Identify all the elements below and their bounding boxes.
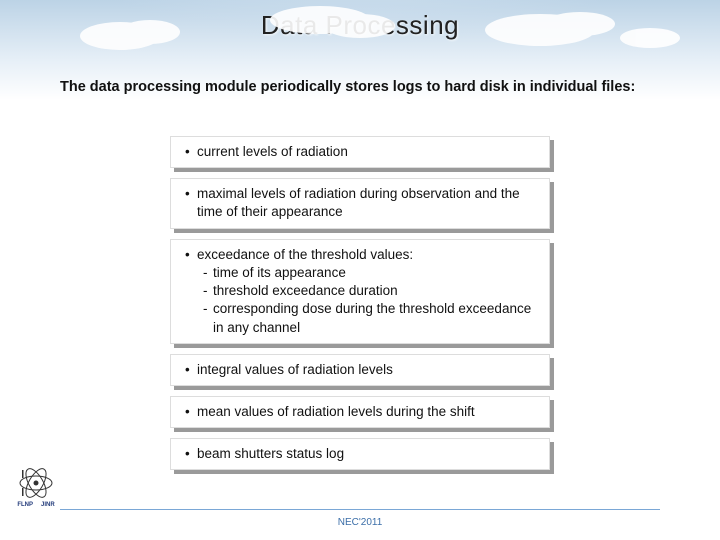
sub-text: threshold exceedance duration xyxy=(213,282,539,300)
logo-text: FLNP JINR xyxy=(17,502,54,508)
box-item: • exceedance of the threshold values: - … xyxy=(170,239,550,344)
box-item: • integral values of radiation levels xyxy=(170,354,550,386)
box-text: maximal levels of radiation during obser… xyxy=(197,185,539,221)
box-text: exceedance of the threshold values: xyxy=(197,246,539,264)
box-content: • exceedance of the threshold values: - … xyxy=(170,239,550,344)
box-content: • maximal levels of radiation during obs… xyxy=(170,178,550,228)
logo-left: FLNP xyxy=(17,502,33,508)
sub-list: - time of its appearance - threshold exc… xyxy=(185,264,539,337)
box-item: • current levels of radiation xyxy=(170,136,550,168)
footer-divider xyxy=(60,509,660,510)
bullet-icon: • xyxy=(185,143,197,161)
bullet-icon: • xyxy=(185,246,197,264)
slide-title: Data Processing xyxy=(0,0,720,41)
box-text: current levels of radiation xyxy=(197,143,539,161)
box-list: • current levels of radiation • maximal … xyxy=(170,136,550,480)
bullet-icon: • xyxy=(185,361,197,379)
logo-right: JINR xyxy=(41,502,55,508)
box-text: beam shutters status log xyxy=(197,445,539,463)
logo: FLNP JINR xyxy=(12,466,60,514)
sub-item: - corresponding dose during the threshol… xyxy=(203,300,539,336)
footer-text: NEC'2011 xyxy=(0,517,720,528)
sub-text: corresponding dose during the threshold … xyxy=(213,300,539,336)
bullet-icon: • xyxy=(185,403,197,421)
slide: Data Processing The data processing modu… xyxy=(0,0,720,540)
intro-text: The data processing module periodically … xyxy=(60,78,640,97)
box-text: mean values of radiation levels during t… xyxy=(197,403,539,421)
dash-icon: - xyxy=(203,282,213,300)
logo-icon xyxy=(16,466,56,500)
box-text: integral values of radiation levels xyxy=(197,361,539,379)
box-content: • beam shutters status log xyxy=(170,438,550,470)
box-content: • integral values of radiation levels xyxy=(170,354,550,386)
bullet-icon: • xyxy=(185,185,197,221)
box-item: • beam shutters status log xyxy=(170,438,550,470)
bullet-icon: • xyxy=(185,445,197,463)
sub-item: - threshold exceedance duration xyxy=(203,282,539,300)
dash-icon: - xyxy=(203,300,213,336)
box-content: • current levels of radiation xyxy=(170,136,550,168)
dash-icon: - xyxy=(203,264,213,282)
box-content: • mean values of radiation levels during… xyxy=(170,396,550,428)
box-item: • mean values of radiation levels during… xyxy=(170,396,550,428)
sub-text: time of its appearance xyxy=(213,264,539,282)
box-item: • maximal levels of radiation during obs… xyxy=(170,178,550,228)
sub-item: - time of its appearance xyxy=(203,264,539,282)
